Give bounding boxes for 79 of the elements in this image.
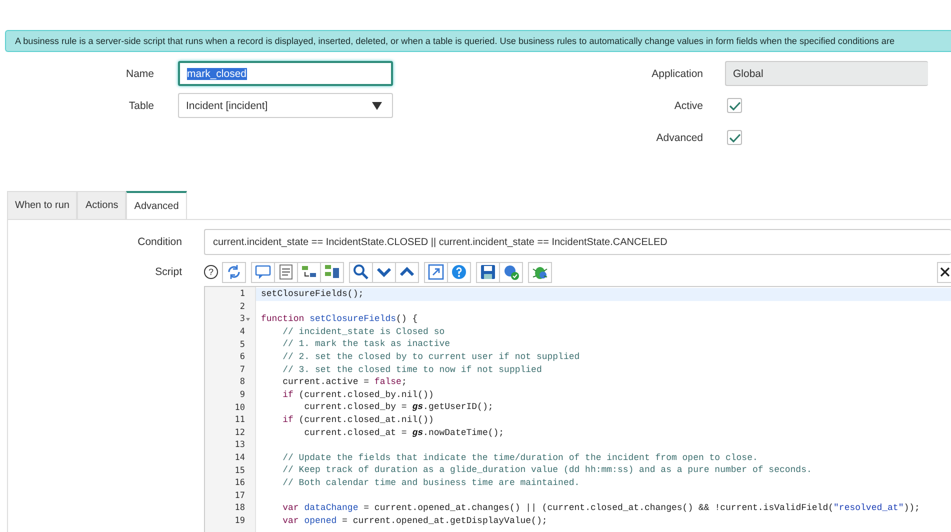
line-number: 13 — [234, 440, 245, 450]
line-number: 5 — [240, 340, 245, 350]
line-number: 1 — [240, 289, 245, 300]
code-line: current.closed_by = gs.getUserID(); — [303, 402, 494, 412]
line-number: 15 — [234, 466, 245, 476]
checkbox-label: Advanced — [656, 132, 703, 144]
replace-all-icon — [323, 263, 341, 281]
search-icon — [352, 263, 370, 281]
code-line: if (current.closed_by.nil()) — [282, 390, 434, 400]
line-number: 11 — [234, 415, 245, 426]
checkbox-label: Active — [674, 100, 703, 112]
code-line: if (current.closed_at.nil()) — [282, 414, 434, 425]
toolbar-button[interactable] — [372, 262, 396, 282]
application-field: Global — [725, 61, 928, 86]
close-icon — [940, 267, 950, 277]
code-line: var dataChange = current.opened_at.changes() || (current.closed_at.changes() && !current.isValidField("resolved_at")); — [282, 503, 920, 514]
code-line: // 2. set the closed by to current user if not supplied — [282, 352, 580, 362]
close-button[interactable] — [937, 262, 951, 282]
field-label: Application — [652, 68, 703, 80]
table-dropdown[interactable]: Incident [incident] — [178, 93, 393, 118]
fold-icon[interactable] — [245, 318, 251, 321]
code-line: // Both calendar time and business time are maintained. — [282, 478, 580, 488]
toolbar-button[interactable] — [251, 262, 275, 282]
condition-field[interactable]: current.incident_state == IncidentState.CLOSED || current.incident_state == IncidentState.CANCELED — [204, 229, 951, 255]
toolbar-button[interactable] — [528, 262, 552, 282]
toolbar-button[interactable] — [499, 262, 523, 282]
toolbar-button[interactable] — [320, 262, 344, 282]
field-label: Table — [128, 100, 155, 112]
code-line: function setClosureFields() { — [261, 314, 418, 324]
field-label: Condition — [136, 236, 183, 248]
toolbar-button[interactable] — [222, 262, 246, 282]
code-line: setClosureFields(); — [261, 289, 364, 299]
line-number: 10 — [234, 402, 245, 413]
line-number: 14 — [234, 453, 245, 464]
field-label: Name — [124, 68, 155, 80]
save-icon — [479, 263, 497, 281]
toolbar-button[interactable] — [476, 262, 500, 282]
help-icon — [450, 263, 468, 281]
line-number: 7 — [240, 364, 245, 375]
code-line: // 3. set the closed time to now if not supplied — [282, 364, 542, 375]
code-line: current.active = false; — [282, 377, 407, 388]
line-number: 9 — [240, 390, 245, 400]
code-line: // 1. mark the task as inactive — [282, 339, 450, 350]
toolbar-button[interactable] — [424, 262, 448, 282]
line-number: 19 — [234, 516, 245, 526]
line-number: 12 — [234, 428, 245, 438]
check-icon — [502, 263, 520, 281]
tab[interactable]: When to run — [7, 191, 78, 219]
code-line: // Keep track of duration as a glide_duration value (dd hh:mm:ss) and as a pure number of seconds. — [282, 465, 812, 476]
external-link-icon — [427, 263, 445, 281]
toolbar-button[interactable] — [447, 262, 471, 282]
line-number: 17 — [234, 490, 245, 501]
caret-icon — [372, 102, 382, 110]
code-line: // incident_state is Closed so — [282, 326, 445, 337]
toolbar-button[interactable] — [297, 262, 321, 282]
line-number: 2 — [240, 302, 245, 312]
document-icon — [277, 263, 295, 281]
toolbar-button[interactable] — [395, 262, 419, 282]
tab[interactable]: Advanced — [126, 191, 187, 219]
code-line: var opened = current.opened_at.getDisplayValue(); — [282, 516, 548, 526]
code-line: // Update the fields that indicate the time/duration of the incident from open to close. — [282, 452, 758, 463]
checkbox[interactable] — [727, 98, 742, 113]
help-button[interactable]: ? — [204, 265, 218, 279]
line-number: 18 — [234, 503, 245, 514]
checkbox[interactable] — [727, 130, 742, 145]
tab[interactable]: Actions — [77, 191, 126, 219]
code-line: current.closed_at = gs.nowDateTime(); — [303, 428, 504, 438]
line-number: 3 — [240, 314, 245, 324]
speech-bubble-icon — [254, 263, 272, 281]
toolbar-button[interactable] — [349, 262, 373, 282]
name-field[interactable]: mark_closed — [178, 61, 393, 86]
field-label: Script — [154, 266, 183, 278]
line-number: 6 — [240, 352, 245, 362]
line-number: 8 — [240, 377, 245, 388]
toolbar-button[interactable] — [274, 262, 298, 282]
line-number: 4 — [240, 327, 245, 338]
line-number: 16 — [234, 478, 245, 488]
sync-icon — [225, 263, 243, 281]
info-text: A business rule is a server-side script that runs when a record is displayed, inserted, deleted, or when a table is queried. Use business rules to automatically change values in form fields when the specified conditions are — [15, 36, 895, 46]
